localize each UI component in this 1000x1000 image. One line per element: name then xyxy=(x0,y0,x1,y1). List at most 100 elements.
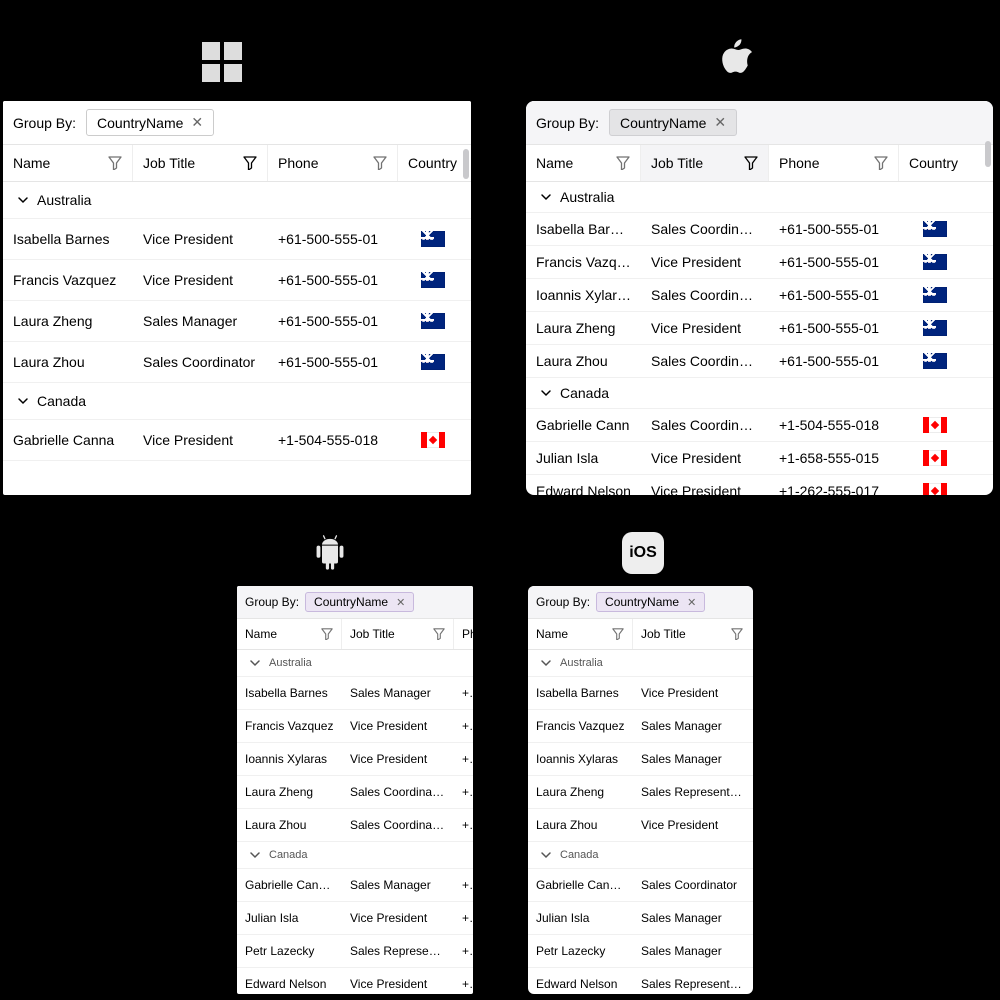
cell-name: Petr Lazecky xyxy=(528,935,633,967)
table-row[interactable]: Francis Vazque Vice President +61-500-55… xyxy=(526,246,993,279)
cell-country xyxy=(899,246,971,278)
group-header[interactable]: Australia xyxy=(237,650,473,677)
group-header[interactable]: Canada xyxy=(528,842,753,869)
cell-name: Edward Nelson xyxy=(237,968,342,994)
group-by-chip[interactable]: CountryName ✕ xyxy=(596,592,705,612)
scrollbar-thumb[interactable] xyxy=(463,149,469,179)
table-row[interactable]: Laura Zheng Sales Manager +61-500-555-01 xyxy=(3,301,471,342)
table-row[interactable]: Gabrielle Cannata Sales Manager +1 xyxy=(237,869,473,902)
filter-icon[interactable] xyxy=(744,156,758,170)
filter-icon[interactable] xyxy=(108,156,122,170)
filter-icon[interactable] xyxy=(321,628,333,640)
table-row[interactable]: Gabrielle Canna Vice President +1-504-55… xyxy=(3,420,471,461)
table-row[interactable]: Laura Zhou Sales Coordinator +6 xyxy=(237,809,473,842)
cell-phone: +1-658-555-015 xyxy=(769,442,899,474)
group-name: Australia xyxy=(560,189,614,205)
cell-name: Isabella Barnes xyxy=(237,677,342,709)
table-row[interactable]: Edward Nelson Vice President +1-262-555-… xyxy=(526,475,993,495)
table-row[interactable]: Isabella Barnes Sales Coordinator +61-50… xyxy=(526,213,993,246)
flag-au-icon xyxy=(923,353,947,369)
table-row[interactable]: Petr Lazecky Sales Representative +1 xyxy=(237,935,473,968)
cell-name: Laura Zheng xyxy=(237,776,342,808)
group-by-chip[interactable]: CountryName ✕ xyxy=(609,109,737,136)
flag-au-icon xyxy=(421,231,445,247)
column-header-name[interactable]: Name xyxy=(237,619,342,649)
table-row[interactable]: Edward Nelson Vice President +1 xyxy=(237,968,473,994)
filter-icon[interactable] xyxy=(616,156,630,170)
table-row[interactable]: Gabrielle Cann Sales Coordinator +1-504-… xyxy=(526,409,993,442)
scrollbar-thumb[interactable] xyxy=(985,141,991,167)
column-header-phone[interactable]: Phone xyxy=(268,145,398,181)
table-row[interactable]: Francis Vazquez Vice President +6 xyxy=(237,710,473,743)
android-grid-panel: Group By: CountryName ✕ Name Job Title P… xyxy=(237,586,473,994)
group-header[interactable]: Australia xyxy=(528,650,753,677)
close-icon[interactable]: ✕ xyxy=(714,114,726,131)
table-row[interactable]: Petr Lazecky Sales Manager xyxy=(528,935,753,968)
table-row[interactable]: Julian Isla Sales Manager xyxy=(528,902,753,935)
filter-icon[interactable] xyxy=(731,628,743,640)
filter-icon[interactable] xyxy=(612,628,624,640)
cell-job: Vice President xyxy=(133,219,268,259)
group-by-chip[interactable]: CountryName ✕ xyxy=(86,109,214,136)
ios-grid-panel: Group By: CountryName ✕ Name Job Title A… xyxy=(528,586,753,994)
filter-icon[interactable] xyxy=(373,156,387,170)
table-row[interactable]: Julian Isla Vice President +1-658-555-01… xyxy=(526,442,993,475)
cell-job: Sales Representative xyxy=(633,968,751,994)
group-header[interactable]: Canada xyxy=(237,842,473,869)
table-row[interactable]: Francis Vazquez Vice President +61-500-5… xyxy=(3,260,471,301)
table-row[interactable]: Laura Zhou Vice President xyxy=(528,809,753,842)
table-row[interactable]: Julian Isla Vice President +1 xyxy=(237,902,473,935)
column-header-name[interactable]: Name xyxy=(3,145,133,181)
group-header[interactable]: Australia xyxy=(3,182,471,219)
cell-phone: +61-500-555-01 xyxy=(769,246,899,278)
column-header-name[interactable]: Name xyxy=(528,619,633,649)
cell-phone: +6 xyxy=(454,710,472,742)
column-header-name[interactable]: Name xyxy=(526,145,641,181)
cell-name: Francis Vazquez xyxy=(237,710,342,742)
table-row[interactable]: Edward Nelson Sales Representative xyxy=(528,968,753,994)
group-by-label: Group By: xyxy=(536,115,599,131)
table-row[interactable]: Ioannis Xylaras Sales Manager xyxy=(528,743,753,776)
cell-phone: +6 xyxy=(454,809,472,841)
table-row[interactable]: Isabella Barnes Vice President xyxy=(528,677,753,710)
column-header-country[interactable]: Country xyxy=(398,145,468,181)
group-header[interactable]: Canada xyxy=(526,378,993,409)
column-header-phone[interactable]: Ph xyxy=(454,619,472,649)
flag-au-icon xyxy=(923,221,947,237)
cell-phone: +61-500-555-01 xyxy=(769,279,899,311)
cell-job: Sales Coordinator xyxy=(342,776,454,808)
table-row[interactable]: Francis Vazquez Sales Manager xyxy=(528,710,753,743)
column-header-phone[interactable]: Phone xyxy=(769,145,899,181)
column-header-job[interactable]: Job Title xyxy=(633,619,751,649)
flag-au-icon xyxy=(421,313,445,329)
column-header-job[interactable]: Job Title xyxy=(641,145,769,181)
cell-country xyxy=(398,301,468,341)
filter-icon[interactable] xyxy=(433,628,445,640)
group-header[interactable]: Canada xyxy=(3,383,471,420)
column-header-job[interactable]: Job Title xyxy=(342,619,454,649)
table-row[interactable]: Ioannis Xylaras Sales Coordinator +61-50… xyxy=(526,279,993,312)
column-header-country[interactable]: Country xyxy=(899,145,971,181)
close-icon[interactable]: ✕ xyxy=(687,596,696,609)
table-row[interactable]: Laura Zhou Sales Coordinator +61-500-555… xyxy=(526,345,993,378)
group-by-bar: Group By: CountryName ✕ xyxy=(526,101,993,145)
table-row[interactable]: Laura Zheng Vice President +61-500-555-0… xyxy=(526,312,993,345)
close-icon[interactable]: ✕ xyxy=(396,596,405,609)
group-name: Australia xyxy=(37,192,91,208)
filter-icon[interactable] xyxy=(874,156,888,170)
table-row[interactable]: Isabella Barnes Vice President +61-500-5… xyxy=(3,219,471,260)
group-header[interactable]: Australia xyxy=(526,182,993,213)
cell-job: Sales Manager xyxy=(633,710,751,742)
filter-icon[interactable] xyxy=(243,156,257,170)
cell-phone: +6 xyxy=(454,776,472,808)
table-row[interactable]: Isabella Barnes Sales Manager +6 xyxy=(237,677,473,710)
cell-name: Francis Vazquez xyxy=(3,260,133,300)
close-icon[interactable]: ✕ xyxy=(191,114,203,131)
table-row[interactable]: Laura Zhou Sales Coordinator +61-500-555… xyxy=(3,342,471,383)
table-row[interactable]: Ioannis Xylaras Vice President +6 xyxy=(237,743,473,776)
table-row[interactable]: Gabrielle Cannata Sales Coordinator xyxy=(528,869,753,902)
table-row[interactable]: Laura Zheng Sales Coordinator +6 xyxy=(237,776,473,809)
group-by-chip[interactable]: CountryName ✕ xyxy=(305,592,414,612)
table-row[interactable]: Laura Zheng Sales Representative xyxy=(528,776,753,809)
column-header-job[interactable]: Job Title xyxy=(133,145,268,181)
